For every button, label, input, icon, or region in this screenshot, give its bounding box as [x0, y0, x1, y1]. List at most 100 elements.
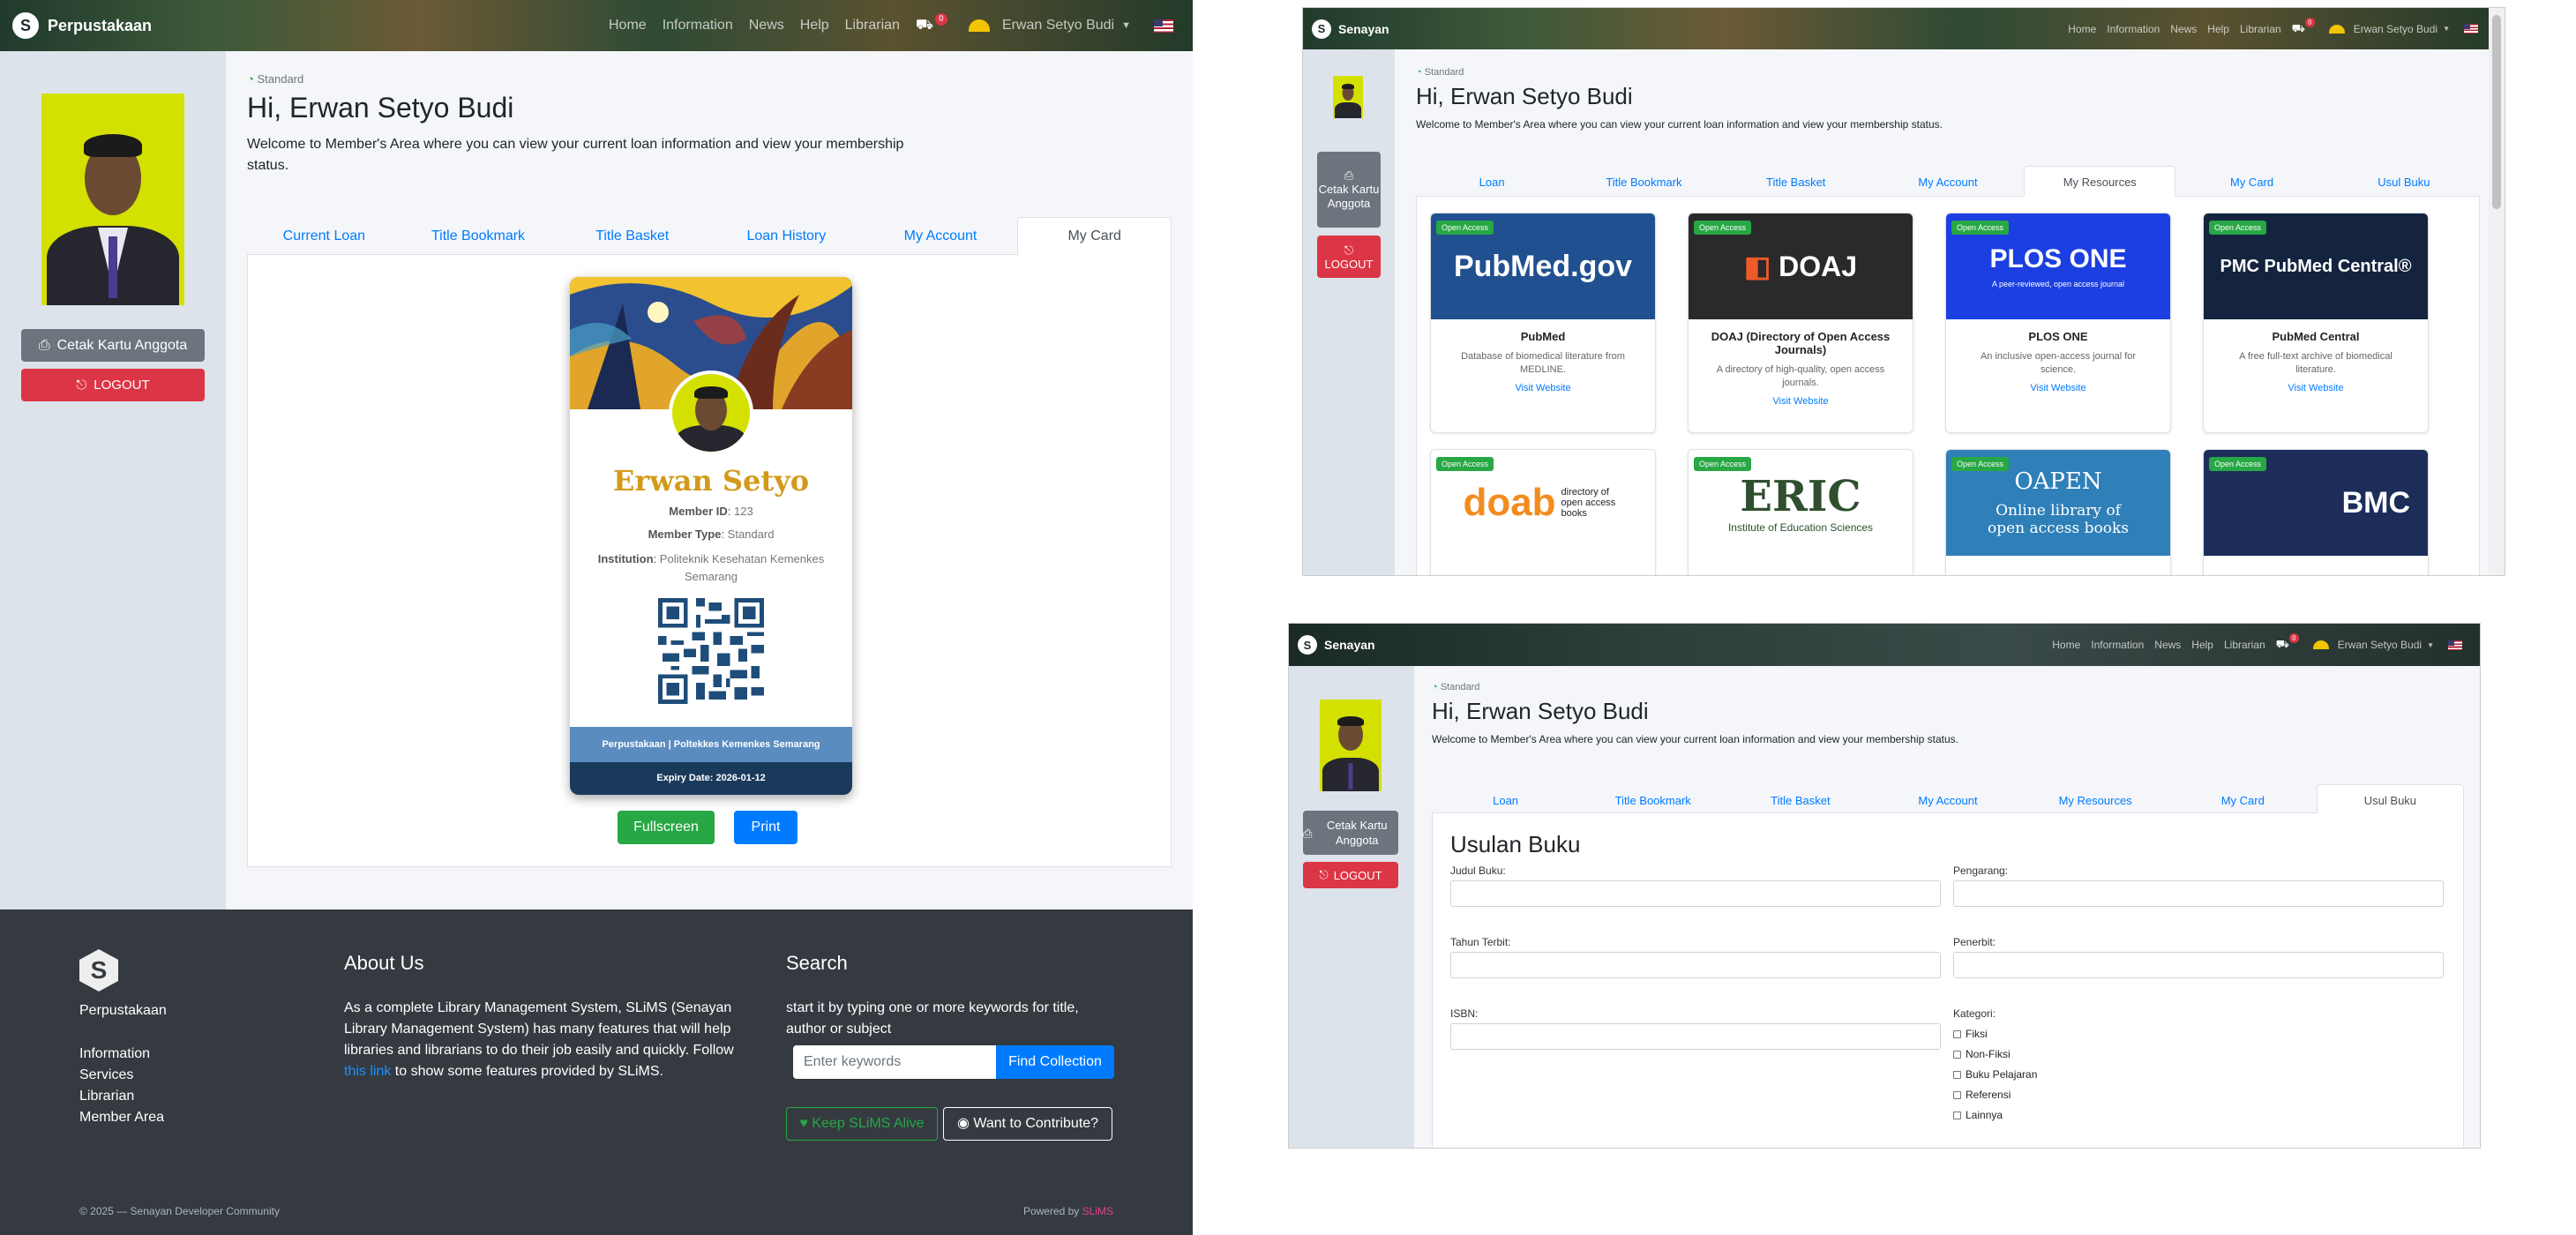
pengarang-input[interactable] [1953, 880, 2444, 907]
kategori-option[interactable]: Fiksi [1953, 1028, 2218, 1040]
resource-title: DOAJ (Directory of Open Access Journals) [1711, 330, 1891, 356]
logout-button[interactable]: ⎋ LOGOUT [1303, 862, 1398, 888]
footer-search-input[interactable]: Enter keywords [793, 1045, 996, 1079]
page-title: Hi, Erwan Setyo Budi [1416, 83, 1633, 109]
nav-news[interactable]: News [2170, 23, 2197, 35]
print-card-button[interactable]: ⎙ Cetak Kartu Anggota [1303, 811, 1398, 855]
slims-link[interactable]: SLiMS [1082, 1205, 1113, 1217]
tab-current-loan[interactable]: Current Loan [247, 217, 401, 254]
language-flag-icon[interactable] [1154, 19, 1173, 33]
card-member-id: Member ID: 123 [669, 505, 753, 518]
copyright: © 2025 — Senayan Developer Community [79, 1205, 280, 1217]
judul-input[interactable] [1450, 880, 1941, 907]
tab-my-card[interactable]: My Card [1017, 217, 1172, 255]
member-card: Erwan Setyo Member ID: 123 Member Type: … [570, 277, 852, 795]
nav-information[interactable]: Information [2107, 23, 2160, 35]
print-card-button[interactable]: ⎙ Cetak Kartu Anggota [1317, 152, 1381, 228]
basket-button[interactable]: ⛟ 0 [2275, 633, 2299, 652]
kategori-option[interactable]: Buku Pelajaran [1953, 1068, 2218, 1081]
checkbox-icon [1953, 1070, 1961, 1079]
tab-title-basket[interactable]: Title Basket [1720, 166, 1872, 196]
nav-home[interactable]: Home [2052, 639, 2080, 651]
footer-link-services[interactable]: Services [79, 1065, 164, 1086]
footer-link-information[interactable]: Information [79, 1044, 164, 1065]
nav-help[interactable]: Help [800, 18, 829, 34]
nav-information[interactable]: Information [663, 18, 733, 34]
tab-my-resources[interactable]: My Resources [2022, 784, 2169, 812]
resource-card: Open Access OAPEN Online library of open… [1945, 449, 2171, 575]
user-menu[interactable]: Erwan Setyo Budi ▼ [968, 18, 1131, 34]
tab-usul-buku[interactable]: Usul Buku [2328, 166, 2480, 196]
scrollbar[interactable] [2489, 8, 2505, 575]
scrollbar-thumb[interactable] [2492, 15, 2501, 209]
nav-librarian[interactable]: Librarian [2240, 23, 2281, 35]
tab-title-basket[interactable]: Title Basket [555, 217, 709, 254]
print-button[interactable]: Print [734, 811, 798, 844]
nav-home[interactable]: Home [609, 18, 647, 34]
tab-my-resources[interactable]: My Resources [2024, 166, 2176, 197]
tahun-input[interactable] [1450, 952, 1941, 978]
footer-brand: Perpustakaan [79, 1003, 167, 1018]
keep-slims-alive-button[interactable]: ♥ Keep SLiMS Alive [786, 1107, 938, 1141]
sidebar: ⎙ Cetak Kartu Anggota ⎋ LOGOUT [1289, 666, 1414, 1148]
nav-help[interactable]: Help [2207, 23, 2229, 35]
language-flag-icon[interactable] [2464, 24, 2478, 34]
basket-button[interactable]: ⛟ 0 [2292, 17, 2315, 36]
tab-title-bookmark[interactable]: Title Bookmark [1579, 784, 1726, 812]
penerbit-input[interactable] [1953, 952, 2444, 978]
nav-news[interactable]: News [2154, 639, 2181, 651]
kategori-field: Kategori: Fiksi Non-Fiksi Buku Pelajaran… [1953, 1007, 2218, 1121]
tab-my-card[interactable]: My Card [2169, 784, 2317, 812]
print-card-button[interactable]: ⎙ Cetak Kartu Anggota [21, 329, 205, 362]
brand[interactable]: S Senayan [1298, 635, 1375, 655]
logout-button[interactable]: ⎋ LOGOUT [1317, 236, 1381, 278]
top-navbar: S Perpustakaan Home Information News Hel… [0, 0, 1193, 51]
nav-librarian[interactable]: Librarian [2224, 639, 2265, 651]
find-collection-button[interactable]: Find Collection [996, 1045, 1114, 1079]
user-menu[interactable]: Erwan Setyo Budi ▼ [2328, 23, 2450, 35]
language-flag-icon[interactable] [2448, 640, 2462, 650]
visit-website-link[interactable]: Visit Website [1946, 383, 2170, 393]
tab-usul-buku[interactable]: Usul Buku [2316, 784, 2464, 813]
tab-my-account[interactable]: My Account [864, 217, 1018, 254]
top-navbar: S Senayan Home Information News Help Lib… [1289, 624, 2480, 666]
tab-title-bookmark[interactable]: Title Bookmark [1568, 166, 1719, 196]
kategori-option[interactable]: Lainnya [1953, 1109, 2218, 1121]
visit-website-link[interactable]: Visit Website [1689, 396, 1913, 407]
tab-loan[interactable]: Loan [1432, 784, 1579, 812]
visit-website-link[interactable]: Visit Website [2204, 383, 2428, 393]
plos-logo: PLOS ONE [1989, 244, 2127, 273]
brand[interactable]: S Senayan [1312, 19, 1389, 39]
user-avatar-icon [968, 19, 990, 32]
tab-title-basket[interactable]: Title Basket [1726, 784, 1874, 812]
nav-information[interactable]: Information [2091, 639, 2144, 651]
nav-librarian[interactable]: Librarian [845, 18, 900, 34]
card-library-band: Perpustakaan | Poltekkes Kemenkes Semara… [570, 727, 852, 762]
pengarang-label: Pengarang: [1953, 864, 2009, 877]
tab-my-card[interactable]: My Card [2175, 166, 2327, 196]
user-menu[interactable]: Erwan Setyo Budi ▼ [2312, 639, 2434, 651]
logout-icon: ⎋ [1319, 868, 1329, 881]
basket-icon: ⛟ [2275, 638, 2289, 650]
about-link[interactable]: this link [344, 1064, 391, 1079]
footer-link-member-area[interactable]: Member Area [79, 1107, 164, 1128]
brand[interactable]: S Perpustakaan [12, 12, 152, 39]
nav-news[interactable]: News [749, 18, 784, 34]
tab-my-account[interactable]: My Account [1872, 166, 2024, 196]
basket-button[interactable]: ⛟ 0 [916, 13, 947, 34]
member-area: ◔ Standard Hi, Erwan Setyo Budi Welcome … [1414, 666, 2480, 1148]
isbn-input[interactable] [1450, 1023, 1941, 1050]
footer-link-librarian[interactable]: Librarian [79, 1086, 164, 1107]
nav-help[interactable]: Help [2191, 639, 2213, 651]
nav-home[interactable]: Home [2068, 23, 2096, 35]
contribute-button[interactable]: ◉ Want to Contribute? [943, 1107, 1112, 1141]
logout-button[interactable]: ⎋ LOGOUT [21, 369, 205, 401]
tab-loan[interactable]: Loan [1416, 166, 1568, 196]
kategori-option[interactable]: Non-Fiksi [1953, 1048, 2218, 1060]
visit-website-link[interactable]: Visit Website [1431, 383, 1655, 393]
tab-my-account[interactable]: My Account [1874, 784, 2021, 812]
tab-title-bookmark[interactable]: Title Bookmark [401, 217, 556, 254]
tab-loan-history[interactable]: Loan History [709, 217, 864, 254]
fullscreen-button[interactable]: Fullscreen [618, 811, 715, 844]
kategori-option[interactable]: Referensi [1953, 1089, 2218, 1101]
